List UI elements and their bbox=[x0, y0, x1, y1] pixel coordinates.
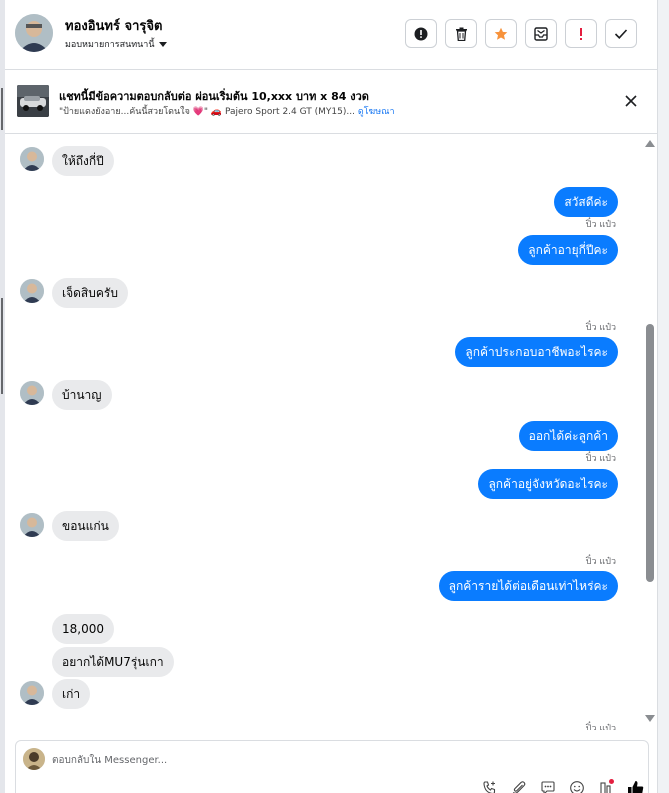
scrollbar-thumb[interactable] bbox=[646, 324, 654, 582]
view-ad-link[interactable]: ดูโฆษณา bbox=[358, 107, 395, 117]
emoji-icon bbox=[570, 781, 584, 793]
incoming-message[interactable]: เจ็ดสิบครับ bbox=[52, 278, 128, 308]
check-icon bbox=[614, 28, 628, 39]
phone-add-icon bbox=[483, 781, 496, 793]
listing-snippet: "ป้ายแดงยังอาย...คันนี้สวยโดนใจ 💗" 🚗 Paj… bbox=[59, 107, 355, 117]
message-thread: ให้ถึงกี่ปี สวัสดีค่ะ ปิ๋ว แป๋ว ลูกค้าอา… bbox=[5, 134, 658, 730]
incoming-message[interactable]: อยากได้MU7รุ่นเกา bbox=[52, 647, 174, 677]
contact-avatar bbox=[20, 381, 44, 405]
sender-label: ปิ๋ว แป๋ว bbox=[585, 454, 616, 464]
reply-composer bbox=[15, 740, 649, 793]
page-avatar bbox=[23, 748, 45, 770]
notification-dot bbox=[609, 779, 614, 784]
like-icon bbox=[627, 780, 643, 793]
caret-down-icon bbox=[158, 41, 167, 47]
sender-label: ปิ๋ว แป๋ว bbox=[585, 220, 616, 230]
call-button[interactable] bbox=[481, 779, 499, 793]
reply-input[interactable] bbox=[52, 751, 552, 769]
assign-label: มอบหมายการสนทนานี้ bbox=[65, 40, 155, 50]
contact-avatar bbox=[20, 681, 44, 705]
exclamation-icon bbox=[580, 27, 582, 40]
star-icon bbox=[494, 27, 508, 40]
mark-unread-icon bbox=[534, 26, 548, 41]
trash-icon bbox=[455, 27, 467, 41]
contact-avatar bbox=[20, 279, 44, 303]
outgoing-message[interactable]: สวัสดีค่ะ bbox=[554, 187, 618, 217]
composer-toolbar bbox=[481, 779, 644, 793]
listing-thumbnail[interactable] bbox=[17, 85, 49, 117]
info-icon bbox=[414, 27, 428, 40]
like-button[interactable] bbox=[626, 779, 644, 793]
contact-name[interactable]: ทองอินทร์ จารุจิต bbox=[65, 15, 162, 36]
attach-button[interactable] bbox=[510, 779, 528, 793]
saved-reply-icon bbox=[541, 781, 555, 793]
contact-avatar bbox=[20, 147, 44, 171]
sender-label: ปิ๋ว แป๋ว bbox=[585, 724, 616, 730]
assign-conversation-dropdown[interactable]: มอบหมายการสนทนานี้ bbox=[65, 37, 167, 51]
listing-meta: "ป้ายแดงยังอาย...คันนี้สวยโดนใจ 💗" 🚗 Paj… bbox=[59, 104, 395, 118]
incoming-message[interactable]: 18,000 bbox=[52, 614, 114, 644]
flag-button[interactable] bbox=[565, 19, 597, 48]
apps-button[interactable] bbox=[597, 779, 615, 793]
contact-avatar[interactable] bbox=[15, 14, 53, 52]
incoming-message[interactable]: ขอนแก่น bbox=[52, 511, 119, 541]
contact-avatar bbox=[20, 513, 44, 537]
emoji-button[interactable] bbox=[568, 779, 586, 793]
conversation-header: ทองอินทร์ จารุจิต มอบหมายการสนทนานี้ bbox=[5, 0, 658, 70]
mark-done-button[interactable] bbox=[605, 19, 637, 48]
conversation-panel: ทองอินทร์ จารุจิต มอบหมายการสนทนานี้ แชท… bbox=[5, 0, 658, 793]
scroll-up-arrow-icon[interactable] bbox=[645, 140, 655, 147]
scrollbar[interactable] bbox=[645, 136, 655, 726]
scroll-down-arrow-icon[interactable] bbox=[645, 715, 655, 722]
info-button[interactable] bbox=[405, 19, 437, 48]
star-button[interactable] bbox=[485, 19, 517, 48]
outgoing-message[interactable]: ลูกค้าอยู่จังหวัดอะไรคะ bbox=[478, 469, 618, 499]
incoming-message[interactable]: เก่า bbox=[52, 679, 91, 709]
incoming-message[interactable]: ให้ถึงกี่ปี bbox=[52, 146, 114, 176]
delete-button[interactable] bbox=[445, 19, 477, 48]
close-icon[interactable] bbox=[624, 93, 638, 107]
saved-replies-button[interactable] bbox=[539, 779, 557, 793]
ad-listing-bar: แชทนี้มีข้อความตอบกลับต่อ ผ่อนเริ่มต้น 1… bbox=[5, 71, 658, 134]
sender-label: ปิ๋ว แป๋ว bbox=[585, 323, 616, 333]
sender-label: ปิ๋ว แป๋ว bbox=[585, 557, 616, 567]
listing-title: แชทนี้มีข้อความตอบกลับต่อ ผ่อนเริ่มต้น 1… bbox=[59, 90, 369, 103]
outgoing-message[interactable]: ลูกค้ารายได้ต่อเดือนเท่าไหร่คะ bbox=[438, 571, 618, 601]
mark-unread-button[interactable] bbox=[525, 19, 557, 48]
outgoing-message[interactable]: ออกได้ค่ะลูกค้า bbox=[518, 421, 618, 451]
attachment-icon bbox=[512, 781, 526, 793]
header-actions bbox=[405, 19, 637, 48]
outgoing-message[interactable]: ลูกค้าประกอบอาชีพอะไรคะ bbox=[455, 337, 618, 367]
incoming-message[interactable]: บ้านาญ bbox=[52, 380, 112, 410]
outgoing-message[interactable]: ลูกค้าอายุกี่ปีคะ bbox=[518, 235, 618, 265]
